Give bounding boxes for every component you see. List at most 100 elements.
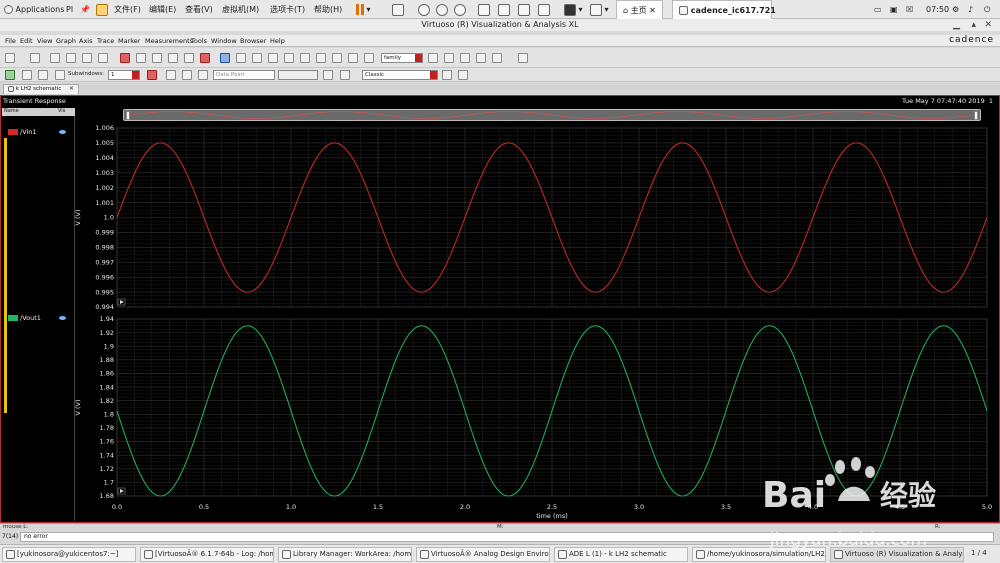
delete-icon[interactable] [200,53,210,63]
cut-icon[interactable] [152,53,162,63]
save-icon[interactable] [66,53,76,63]
overlay-icon[interactable] [332,53,342,63]
zoom-icon[interactable] [364,53,374,63]
vm-tab-home[interactable]: ⌂ 主页 ✕ [616,0,663,19]
vm-menu-view[interactable]: 查看(V) [185,0,213,19]
volume-icon[interactable]: ♪ [968,0,973,19]
fullscreen-icon[interactable] [518,0,530,19]
layout-2-icon[interactable] [444,53,454,63]
vm-menu-file[interactable]: 文件(F) [114,0,141,19]
menu-measurements[interactable]: Measurements [145,37,193,45]
bar-chart-icon[interactable] [340,70,350,80]
chart-icon[interactable] [323,70,333,80]
vm-menu-help[interactable]: 帮助(H) [314,0,342,19]
menu-browser[interactable]: Browser [240,37,266,45]
strip-chart-icon[interactable] [316,53,326,63]
pause-button[interactable]: ▾ [356,0,371,19]
window-title: Virtuoso (R) Visualization & Analysis XL [421,20,579,29]
send-keys-icon[interactable] [392,0,404,19]
zoom-in-icon[interactable] [236,53,246,63]
snapshot-manager-icon[interactable] [454,0,466,19]
applications-menu[interactable]: Applications [4,0,64,19]
undo-icon[interactable] [120,53,130,63]
vm-menu-tabs[interactable]: 选项卡(T) [270,0,305,19]
close-window-icon[interactable]: ☒ [906,0,913,19]
vm-tab-cadence[interactable]: cadence_ic617.721 [672,0,776,19]
apply-style-icon[interactable] [442,70,452,80]
zoom-y-icon[interactable] [284,53,294,63]
layout-5-icon[interactable] [492,53,502,63]
flag-icon[interactable] [147,70,157,80]
schematic-icon [8,85,14,92]
subwindows-select[interactable]: 1 [108,70,140,80]
data-point-select[interactable]: Data Point [213,70,275,80]
menu-tools[interactable]: Tools [191,37,207,45]
menu-trace[interactable]: Trace [97,37,114,45]
layout-3-icon[interactable] [460,53,470,63]
minimize-window-icon[interactable]: ▁ [953,19,960,31]
pin-icon[interactable]: 📌 [80,0,90,19]
menu-graph[interactable]: Graph [56,37,76,45]
copy-icon[interactable] [168,53,178,63]
paste-icon[interactable] [184,53,194,63]
menu-window[interactable]: Window [211,37,237,45]
y-axis-label: V (V) [74,209,82,225]
zoom-out-icon[interactable] [252,53,262,63]
maximize-window-icon[interactable]: ▴ [971,19,976,31]
terminal-icon[interactable]: ▾ [564,0,583,19]
minimize-icon[interactable]: ▭ [874,0,882,19]
data-point-value[interactable] [278,70,318,80]
vm-menu-edit[interactable]: 编辑(E) [149,0,176,19]
unity-icon[interactable] [538,0,550,19]
vm-menu-vm[interactable]: 虚拟机(M) [222,0,259,19]
style-select[interactable]: Classic [362,70,438,80]
menu-help[interactable]: Help [270,37,285,45]
chevron-down-icon [132,71,139,79]
close-icon[interactable]: ✕ [649,6,656,15]
new-subwindow-icon[interactable] [30,53,40,63]
marker-icon[interactable] [22,70,32,80]
layout-4-icon[interactable] [476,53,486,63]
revert-snapshot-icon[interactable] [436,0,448,19]
zoom-x-icon[interactable] [268,53,278,63]
close-window-x-icon[interactable]: ✕ [984,19,992,31]
layout-icon[interactable] [428,53,438,63]
point-icon[interactable] [166,70,176,80]
close-tab-icon[interactable]: ✕ [69,86,74,92]
zoom-fit-icon[interactable] [220,53,230,63]
task-library-manager[interactable]: Library Manager: WorkArea: /home/... [278,547,412,562]
tab-lh2-schematic[interactable]: k LH2 schematic ✕ [3,84,79,94]
edit-icon[interactable] [182,70,192,80]
x-tick-label: 3.0 [634,503,644,511]
redo-icon[interactable] [136,53,146,63]
task-virtuoso-log[interactable]: [VirtuosoÂ® 6.1.7-64b - Log: /hom... [140,547,274,562]
pan-icon[interactable] [300,53,310,63]
view-console-icon[interactable] [478,0,490,19]
reset-style-icon[interactable] [458,70,468,80]
fit-window-icon[interactable] [498,0,510,19]
task-ade[interactable]: VirtuosoÂ® Analog Design Environm... [416,547,550,562]
print-icon[interactable] [82,53,92,63]
open-icon[interactable] [50,53,60,63]
task-terminal[interactable]: [yukinosora@yukicentos7:~] [2,547,136,562]
calculator-icon[interactable] [38,70,48,80]
menu-file[interactable]: File [5,37,16,45]
stretch-icon[interactable]: ▾ [590,0,609,19]
grid-icon[interactable] [518,53,528,63]
export-icon[interactable] [98,53,108,63]
data-point-icon[interactable] [198,70,208,80]
network-icon[interactable]: ⚙ [952,0,959,19]
family-select[interactable]: family [381,53,423,63]
refresh-icon[interactable] [348,53,358,63]
task-ade-l[interactable]: ADE L (1) - k LH2 schematic [554,547,688,562]
menu-axis[interactable]: Axis [79,37,93,45]
menu-edit[interactable]: Edit [20,37,33,45]
new-window-icon[interactable] [5,53,15,63]
menu-marker[interactable]: Marker [118,37,140,45]
cursor-icon[interactable] [5,70,15,80]
snapshot-icon[interactable] [418,0,430,19]
power-icon[interactable]: ⏻ [984,0,990,19]
places-menu[interactable]: Pl [66,0,73,19]
restore-icon[interactable]: ▣ [890,0,898,19]
menu-view[interactable]: View [37,37,52,45]
